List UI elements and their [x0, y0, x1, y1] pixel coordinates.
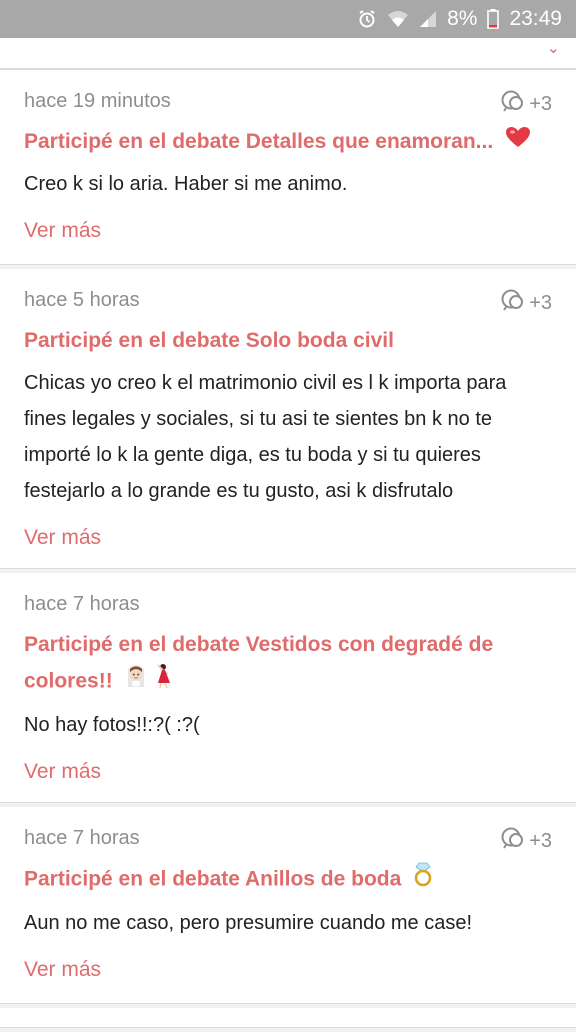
- debate-title-link[interactable]: Participé en el debate Detalles que enam…: [24, 124, 552, 160]
- comment-count[interactable]: +3: [500, 288, 552, 318]
- chevron-down-icon[interactable]: ⌄: [547, 38, 560, 58]
- feed-card: hace 5 horas +3 Participé en el debate S…: [0, 269, 576, 569]
- alarm-icon: [357, 9, 377, 29]
- next-card-edge: [0, 1008, 576, 1028]
- feed-card: hace 19 minutos +3 Participé en el debat…: [0, 70, 576, 265]
- comment-count[interactable]: +3: [500, 826, 552, 856]
- activity-feed: hace 19 minutos +3 Participé en el debat…: [0, 70, 576, 1032]
- debate-title-link[interactable]: Participé en el debate Vestidos con degr…: [24, 627, 552, 701]
- status-bar: 8% 23:49: [0, 0, 576, 38]
- dancer-icon: [154, 663, 172, 701]
- comment-bubble-icon: [500, 826, 526, 856]
- comment-count-label: +3: [529, 92, 552, 115]
- debate-title: Participé en el debate Anillos de boda: [24, 867, 402, 891]
- see-more-link[interactable]: Ver más: [24, 759, 101, 805]
- comment-text: Aun no me caso, pero presumire cuando me…: [24, 912, 473, 934]
- comment-count-label: +3: [529, 829, 552, 852]
- wifi-icon: [387, 10, 409, 28]
- battery-percent: 8%: [447, 7, 478, 30]
- debate-title: Participé en el debate Detalles que enam…: [24, 130, 494, 153]
- feed-card: hace 7 horas Participé en el debate Vest…: [0, 573, 576, 803]
- see-more-link[interactable]: Ver más: [24, 957, 101, 1003]
- comment-text: Creo k si lo aria. Haber si me animo.: [24, 173, 348, 196]
- debate-title-link[interactable]: Participé en el debate Solo boda civil: [24, 323, 552, 359]
- see-more-link[interactable]: Ver más: [24, 218, 101, 264]
- debate-title-link[interactable]: Participé en el debate Anillos de boda: [24, 861, 552, 899]
- comment-bubble-icon: [500, 288, 526, 318]
- heart-icon: [505, 124, 531, 160]
- comment-text: Chicas yo creo k el matrimonio civil es …: [24, 372, 507, 502]
- debate-title: Participé en el debate Vestidos con degr…: [24, 633, 494, 693]
- clock: 23:49: [509, 7, 562, 30]
- card-timestamp: hace 7 horas: [24, 593, 140, 615]
- ring-icon: [413, 861, 433, 899]
- card-timestamp: hace 19 minutos: [24, 90, 171, 112]
- battery-icon: [487, 9, 500, 29]
- bride-icon: [125, 663, 147, 701]
- comment-count-label: +3: [529, 291, 552, 314]
- signal-icon: [419, 10, 437, 28]
- card-timestamp: hace 5 horas: [24, 289, 140, 311]
- debate-title: Participé en el debate Solo boda civil: [24, 329, 394, 352]
- comment-text: No hay fotos!!:?( :?(: [24, 714, 200, 736]
- comment-count[interactable]: +3: [500, 89, 552, 119]
- comment-bubble-icon: [500, 89, 526, 119]
- card-timestamp: hace 7 horas: [24, 827, 140, 849]
- previous-card-edge: ⌄: [0, 38, 576, 69]
- see-more-link[interactable]: Ver más: [24, 525, 101, 571]
- feed-card: hace 7 horas +3 Participé en el debate A…: [0, 807, 576, 1004]
